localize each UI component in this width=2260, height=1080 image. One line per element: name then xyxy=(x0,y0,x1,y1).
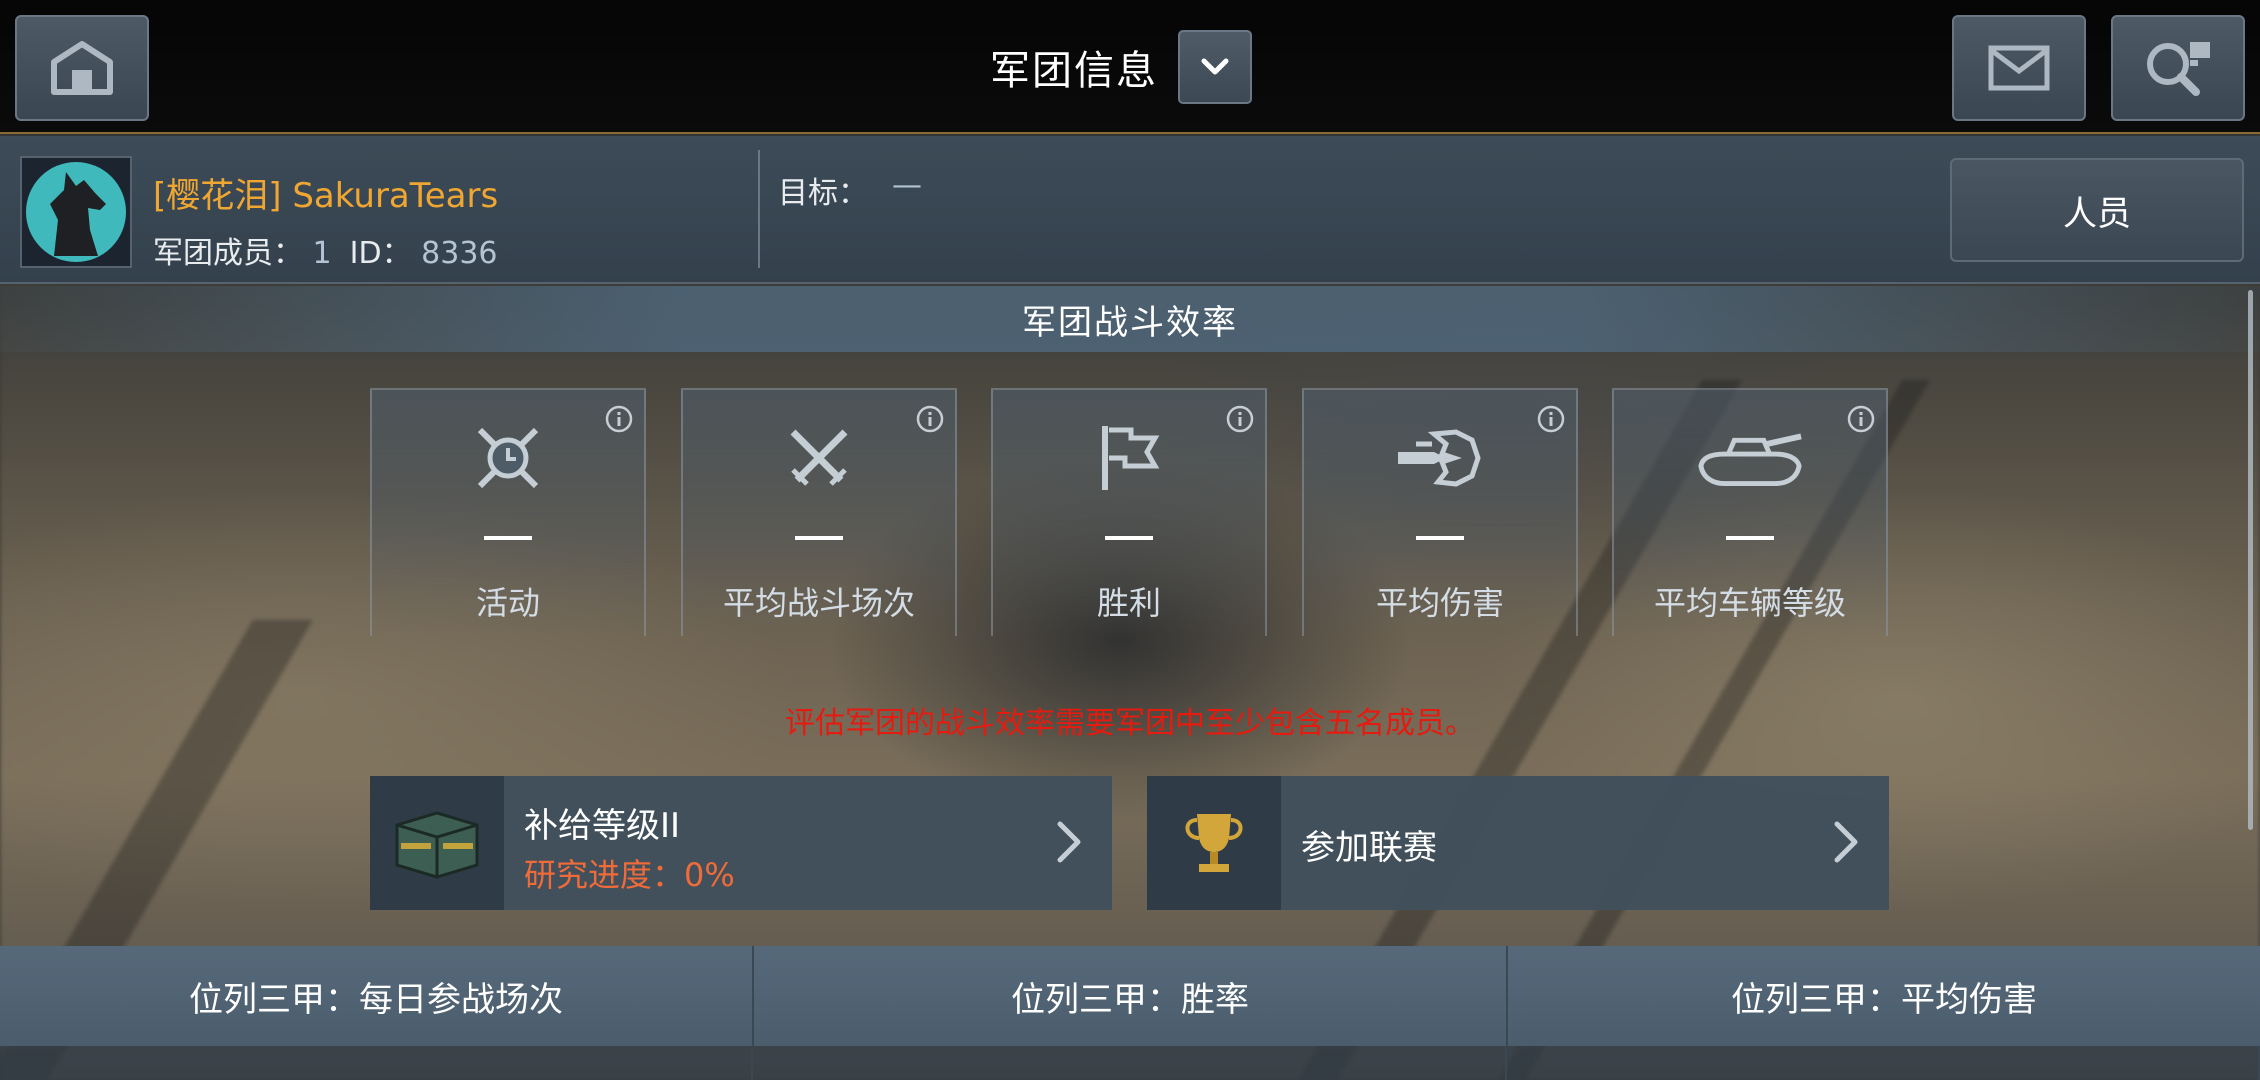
garage-home-icon xyxy=(51,41,113,95)
id-label: ID： xyxy=(349,236,412,271)
home-button[interactable] xyxy=(15,15,149,121)
stat-card-avg-battles: 平均战斗场次 xyxy=(681,388,957,636)
activity-icon xyxy=(453,418,563,498)
info-icon[interactable] xyxy=(915,404,945,434)
clan-name: [樱花泪] SakuraTears xyxy=(153,176,499,216)
top-three-tabs: 位列三甲：每日参战场次 位列三甲：胜率 位列三甲：平均伤害 xyxy=(0,946,2260,1046)
stat-card-avg-tier: 平均车辆等级 xyxy=(1612,388,1888,636)
stat-card-activity: 活动 xyxy=(370,388,646,636)
supply-crate-icon xyxy=(395,811,479,879)
efficiency-warning: 评估军团的战斗效率需要军团中至少包含五名成员。 xyxy=(785,706,1475,741)
top-three-content-strip xyxy=(0,1046,2260,1080)
search-clan-icon xyxy=(2147,42,2210,96)
info-icon[interactable] xyxy=(1536,404,1566,434)
wolf-emblem-icon xyxy=(26,162,126,262)
tab-top-avg-damage[interactable]: 位列三甲：平均伤害 xyxy=(1508,946,2260,1046)
flag-icon xyxy=(1074,418,1184,498)
stat-label: 平均车辆等级 xyxy=(1653,584,1846,622)
stat-card-avg-damage: 平均伤害 xyxy=(1302,388,1578,636)
stat-value xyxy=(795,536,843,540)
stat-label: 活动 xyxy=(475,584,540,622)
stat-label: 平均战斗场次 xyxy=(722,584,915,622)
stat-value xyxy=(1726,536,1774,540)
mail-button[interactable] xyxy=(1952,15,2086,121)
efficiency-header: 军团战斗效率 xyxy=(0,286,2260,352)
clan-id: 8336 xyxy=(421,236,498,271)
clan-stats: 军团成员： 1 ID： 8336 xyxy=(153,228,498,272)
goal-value: — xyxy=(892,168,922,203)
stat-label: 平均伤害 xyxy=(1375,584,1504,622)
stat-value xyxy=(1416,536,1464,540)
clan-info-bar: [樱花泪] SakuraTears 军团成员： 1 ID： 8336 目标： —… xyxy=(0,136,2260,284)
tab-top-win-rate[interactable]: 位列三甲：胜率 xyxy=(754,946,1508,1046)
chevron-down-icon xyxy=(1201,58,1229,75)
info-icon[interactable] xyxy=(604,404,634,434)
title-dropdown-button[interactable] xyxy=(1178,30,1252,104)
chevron-right-icon xyxy=(1057,821,1081,863)
research-progress: 研究进度：0% xyxy=(524,856,735,894)
scrollbar[interactable] xyxy=(2248,290,2253,830)
info-icon[interactable] xyxy=(1225,404,1255,434)
trophy-icon xyxy=(1185,814,1243,872)
stat-card-wins: 胜利 xyxy=(991,388,1267,636)
join-league-panel[interactable]: 参加联赛 xyxy=(1147,776,1889,910)
members-label: 军团成员： xyxy=(153,236,303,271)
stat-label: 胜利 xyxy=(1096,584,1161,622)
shell-damage-icon xyxy=(1385,418,1495,498)
mail-icon xyxy=(1988,45,2050,91)
crossed-swords-icon xyxy=(764,418,874,498)
members-button[interactable]: 人员 xyxy=(1950,158,2244,262)
supply-crate-thumbnail xyxy=(370,776,504,910)
chevron-right-icon xyxy=(1834,821,1858,863)
page-title: 军团信息 xyxy=(990,48,1158,94)
clan-goal: 目标： — xyxy=(778,168,922,212)
join-league-title: 参加联赛 xyxy=(1301,828,1437,868)
members-count: 1 xyxy=(312,236,332,271)
goal-label: 目标： xyxy=(778,176,868,211)
league-trophy-thumbnail xyxy=(1147,776,1281,910)
supply-level-title: 补给等级II xyxy=(524,806,681,846)
stat-value xyxy=(1105,536,1153,540)
stat-value xyxy=(484,536,532,540)
clan-emblem xyxy=(20,156,132,268)
top-bar: 军团信息 xyxy=(0,0,2260,134)
supply-level-panel[interactable]: 补给等级II 研究进度：0% xyxy=(370,776,1112,910)
tab-top-daily-battles[interactable]: 位列三甲：每日参战场次 xyxy=(0,946,754,1046)
search-clan-button[interactable] xyxy=(2111,15,2245,121)
tank-icon xyxy=(1695,418,1805,498)
info-icon[interactable] xyxy=(1846,404,1876,434)
divider xyxy=(758,150,760,268)
